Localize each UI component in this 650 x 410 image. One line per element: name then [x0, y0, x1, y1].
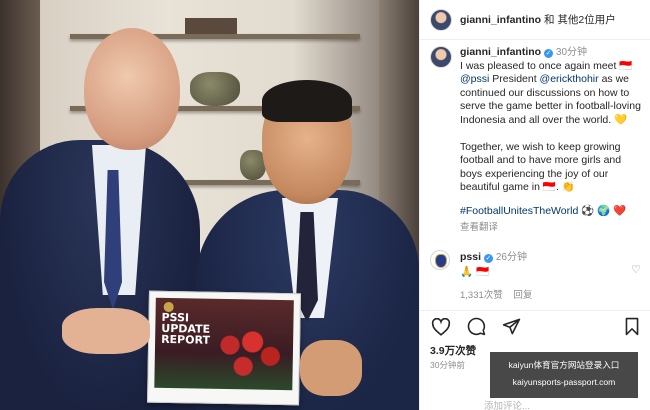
actions-bar: [420, 310, 650, 342]
report-players: [202, 316, 294, 389]
report-photo-image: PSSI UPDATE REPORT: [154, 297, 294, 391]
mention-erickthohir[interactable]: @erickthohir: [540, 73, 599, 85]
caption-text: President: [492, 73, 537, 86]
report-title: PSSI UPDATE REPORT: [161, 311, 211, 347]
caption-time: 30分钟: [555, 47, 588, 58]
header-text: gianni_infantino 和 其他2位用户: [460, 12, 616, 27]
post-photo[interactable]: PSSI UPDATE REPORT: [0, 0, 419, 410]
header-username[interactable]: gianni_infantino: [460, 14, 541, 26]
author-avatar[interactable]: [430, 8, 452, 31]
post-panel: gianni_infantino 和 其他2位用户 gianni_infanti…: [419, 0, 650, 410]
verified-badge-icon: ✓: [483, 254, 493, 263]
add-comment-input[interactable]: 添加评论...: [484, 398, 530, 410]
caption-body: gianni_infantino ✓ 30分钟 I was pleased to…: [460, 46, 646, 234]
verified-badge-icon: ✓: [544, 49, 553, 58]
hashtag-emoji: ⚽ 🌍 ❤️: [581, 204, 627, 217]
hashtag-football-unites[interactable]: #FootballUnitesTheWorld: [460, 205, 578, 217]
post-header: gianni_infantino 和 其他2位用户: [420, 0, 650, 40]
report-photo: PSSI UPDATE REPORT: [147, 290, 301, 406]
person-right-hand: [300, 340, 362, 396]
caption-text: Together, we wish to keep growing footba…: [460, 140, 622, 194]
caption-username[interactable]: gianni_infantino: [460, 46, 541, 58]
site-watermark: kaiyun体育官方网站登录入口 kaiyunsports-passport.c…: [490, 352, 638, 398]
watermark-line: kaiyunsports-passport.com: [512, 377, 616, 387]
caption-avatar[interactable]: [430, 46, 452, 68]
see-translation-link[interactable]: 查看翻译: [460, 221, 646, 235]
caption-text: I was pleased to once again meet 🇮🇩: [460, 59, 633, 72]
comment-reply-button[interactable]: 回复: [513, 290, 532, 301]
caption-row: gianni_infantino ✓ 30分钟 I was pleased to…: [430, 46, 646, 234]
post-time-ago: 30分钟前: [430, 360, 465, 370]
watermark-line: kaiyun体育官方网站登录入口: [508, 360, 620, 370]
likes-count[interactable]: 3.9万次赞: [430, 343, 476, 358]
report-title-line: REPORT: [161, 332, 211, 347]
person-left-head: [84, 28, 180, 150]
shelf-vase: [190, 72, 240, 106]
comment-avatar[interactable]: [430, 250, 450, 270]
comment-icon[interactable]: [465, 316, 487, 338]
comment-item: pssi ✓ 26分钟 🙏 🇮🇩 1,331次赞 回复: [430, 250, 646, 303]
comment-text: 🙏 🇮🇩: [460, 266, 490, 278]
person-left-hand: [62, 308, 150, 354]
bookmark-icon[interactable]: [621, 316, 643, 338]
comment-likes[interactable]: 1,331次赞: [460, 290, 503, 301]
post-caption: gianni_infantino ✓ 30分钟 I was pleased to…: [430, 46, 646, 234]
header-suffix[interactable]: 和 其他2位用户: [544, 14, 616, 26]
mention-pssi[interactable]: @pssi: [460, 73, 489, 85]
person-right-hair: [262, 80, 352, 122]
comment-like-heart-icon[interactable]: ♡: [630, 264, 642, 276]
comment-body: pssi ✓ 26分钟 🙏 🇮🇩 1,331次赞 回复: [460, 250, 630, 303]
comment-time: 26分钟: [495, 252, 527, 263]
like-heart-icon[interactable]: [430, 316, 452, 338]
shelf-box: [185, 18, 237, 34]
share-icon[interactable]: [500, 316, 522, 338]
comment-username[interactable]: pssi: [460, 251, 481, 263]
comment-meta: 1,331次赞 回复: [460, 289, 630, 303]
